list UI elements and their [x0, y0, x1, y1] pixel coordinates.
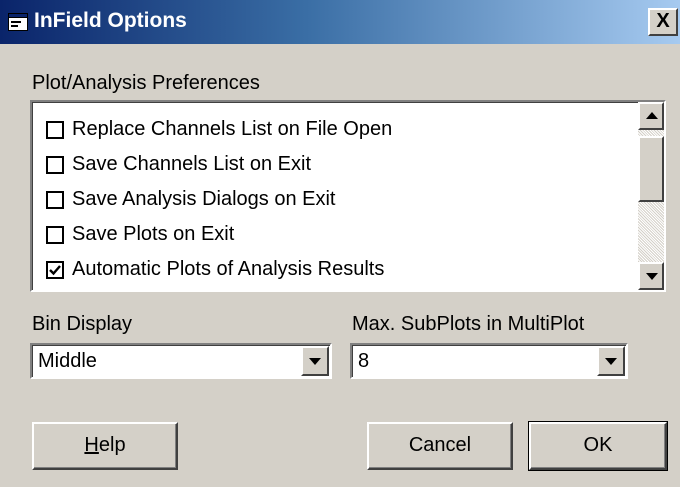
max-subplots-select[interactable]: 8	[350, 343, 628, 379]
max-subplots-dropdown-button[interactable]	[597, 346, 625, 376]
chevron-down-icon	[605, 358, 617, 365]
chevron-down-icon	[309, 358, 321, 365]
checkmark-icon	[49, 264, 61, 275]
close-button[interactable]: X	[648, 8, 678, 36]
preference-checkbox[interactable]	[46, 190, 64, 209]
scroll-down-arrow-icon	[646, 273, 658, 280]
preference-checkbox[interactable]	[46, 120, 64, 139]
preference-item[interactable]: Replace Channels List on File Open	[46, 112, 392, 147]
window-title: InField Options	[34, 9, 187, 32]
ok-button[interactable]: OK	[528, 421, 668, 471]
bin-display-label: Bin Display	[32, 313, 133, 335]
close-icon: X	[656, 10, 670, 32]
dialog-window: InField Options X Plot/Analysis Preferen…	[0, 0, 680, 487]
preference-item[interactable]: Save Analysis Dialogs on Exit	[46, 182, 392, 217]
preference-item[interactable]: Scale Plots to Limits of Data	[46, 287, 392, 290]
bin-display-dropdown-button[interactable]	[301, 346, 329, 376]
preference-item-label: Automatic Plots of Analysis Results	[72, 258, 385, 280]
max-subplots-label: Max. SubPlots in MultiPlot	[352, 313, 585, 335]
cancel-button[interactable]: Cancel	[367, 422, 513, 470]
preference-item[interactable]: Automatic Plots of Analysis Results	[46, 252, 392, 287]
preference-checkbox[interactable]	[46, 260, 64, 279]
app-window-icon	[8, 13, 28, 31]
help-accelerator: H	[84, 434, 99, 456]
max-subplots-value: 8	[358, 350, 370, 372]
cancel-label: Cancel	[408, 434, 472, 456]
preference-item-label: Replace Channels List on File Open	[72, 118, 393, 140]
scroll-up-arrow-icon	[646, 112, 658, 119]
scroll-down-button[interactable]	[638, 262, 664, 290]
preference-item-label: Save Analysis Dialogs on Exit	[72, 188, 336, 210]
title-bar[interactable]: InField Options X	[0, 0, 680, 44]
listbox-scrollbar[interactable]	[638, 102, 664, 290]
scrollbar-thumb[interactable]	[638, 136, 664, 202]
preference-item-label: Save Plots on Exit	[72, 223, 235, 245]
preference-item-label: Save Channels List on Exit	[72, 153, 312, 175]
help-button[interactable]: Help	[32, 422, 178, 470]
scroll-up-button[interactable]	[638, 102, 664, 130]
preference-item[interactable]: Save Channels List on Exit	[46, 147, 392, 182]
preferences-list: Replace Channels List on File Open Save C…	[46, 112, 392, 290]
help-label-rest: elp	[98, 434, 126, 456]
preference-item[interactable]: Save Plots on Exit	[46, 217, 392, 252]
preferences-group-label: Plot/Analysis Preferences	[32, 72, 260, 94]
bin-display-value: Middle	[38, 350, 97, 372]
preference-checkbox[interactable]	[46, 225, 64, 244]
ok-label: OK	[583, 434, 613, 456]
preference-checkbox[interactable]	[46, 155, 64, 174]
preferences-listbox[interactable]: Replace Channels List on File Open Save C…	[30, 100, 666, 292]
bin-display-select[interactable]: Middle	[30, 343, 332, 379]
